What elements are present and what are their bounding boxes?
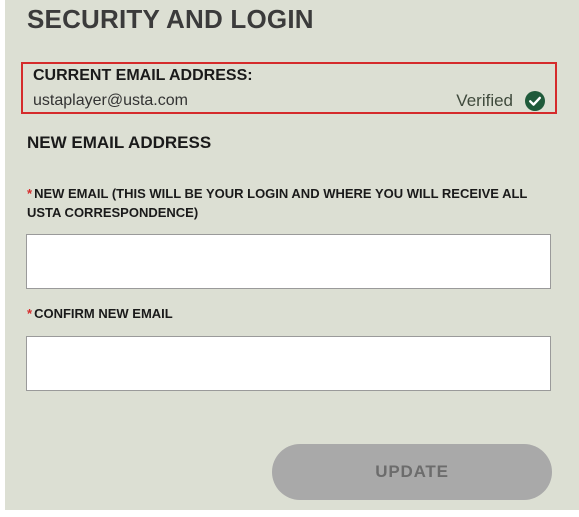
required-marker: * — [27, 186, 33, 201]
new-email-label-text: NEW EMAIL (THIS WILL BE YOUR LOGIN AND W… — [27, 186, 528, 220]
verified-status: Verified — [456, 91, 545, 111]
update-button[interactable]: UPDATE — [272, 444, 552, 500]
security-login-panel: SECURITY AND LOGIN CURRENT EMAIL ADDRESS… — [5, 0, 579, 510]
new-email-heading: NEW EMAIL ADDRESS — [27, 133, 212, 152]
confirm-email-label-text: CONFIRM NEW EMAIL — [34, 306, 173, 321]
current-email-label: CURRENT EMAIL ADDRESS: — [33, 67, 253, 84]
confirm-email-label: * CONFIRM NEW EMAIL — [27, 304, 557, 323]
new-email-label: * NEW EMAIL (THIS WILL BE YOUR LOGIN AND … — [27, 184, 557, 222]
confirm-email-input[interactable] — [26, 336, 551, 391]
new-email-input[interactable] — [26, 234, 551, 289]
check-circle-icon — [525, 91, 545, 111]
current-email-value: ustaplayer@usta.com — [33, 92, 188, 109]
current-email-box: CURRENT EMAIL ADDRESS: ustaplayer@usta.c… — [21, 62, 557, 114]
required-marker: * — [27, 306, 33, 321]
verified-label: Verified — [456, 91, 513, 110]
page-title: SECURITY AND LOGIN — [27, 4, 314, 34]
